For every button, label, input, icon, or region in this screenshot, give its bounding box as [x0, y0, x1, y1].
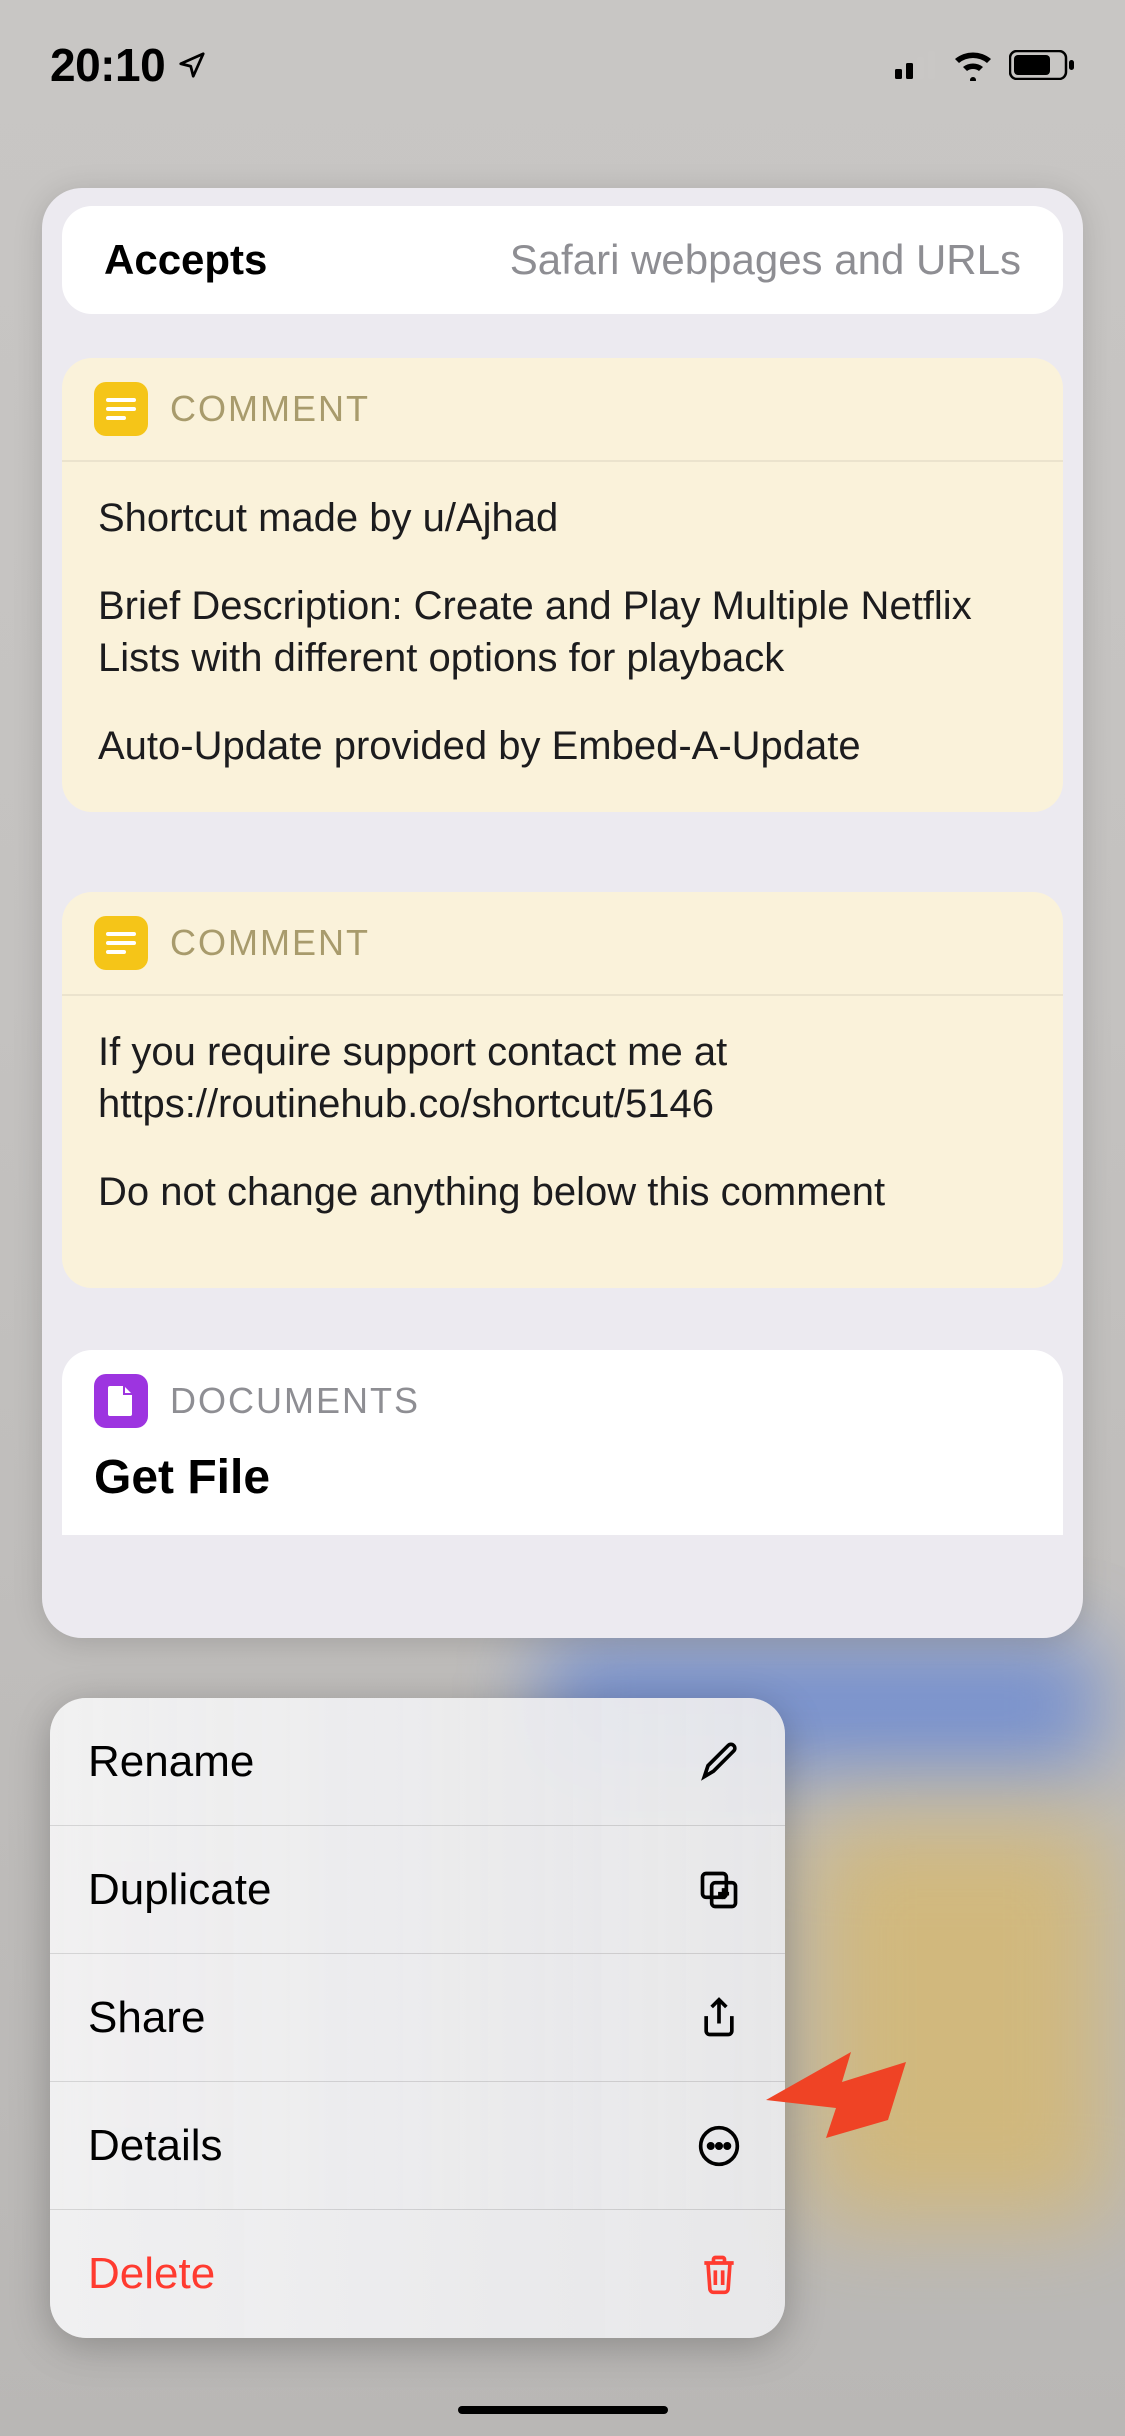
ellipsis-circle-icon: [697, 2124, 741, 2168]
comment-label: COMMENT: [170, 388, 370, 430]
comment-icon: [94, 916, 148, 970]
home-indicator[interactable]: [458, 2406, 668, 2414]
comment-text: If you require support contact me at htt…: [98, 1026, 1027, 1130]
get-file-label: Get File: [94, 1450, 1031, 1505]
duplicate-menu-item[interactable]: Duplicate: [50, 1826, 785, 1954]
battery-icon: [1009, 50, 1075, 80]
accepts-row[interactable]: Accepts Safari webpages and URLs: [62, 206, 1063, 314]
context-menu: Rename Duplicate Share Details Delete: [50, 1698, 785, 2338]
details-menu-item[interactable]: Details: [50, 2082, 785, 2210]
document-icon: [94, 1374, 148, 1428]
comment-text: Brief Description: Create and Play Multi…: [98, 580, 1027, 684]
accepts-value: Safari webpages and URLs: [510, 236, 1021, 284]
trash-icon: [697, 2252, 741, 2296]
comment-body: If you require support contact me at htt…: [62, 996, 1063, 1288]
status-bar: 20:10: [0, 0, 1125, 130]
wifi-icon: [951, 49, 995, 81]
menu-item-label: Duplicate: [88, 1865, 271, 1915]
documents-action-card[interactable]: DOCUMENTS Get File: [62, 1350, 1063, 1535]
comment-label: COMMENT: [170, 922, 370, 964]
status-right: [895, 49, 1075, 81]
shortcut-editor-sheet: Accepts Safari webpages and URLs COMMENT…: [42, 188, 1083, 1638]
share-icon: [697, 1996, 741, 2040]
delete-menu-item[interactable]: Delete: [50, 2210, 785, 2338]
background-blur: [810, 1820, 1110, 2220]
comment-action-card[interactable]: COMMENT If you require support contact m…: [62, 892, 1063, 1288]
comment-text: Shortcut made by u/Ajhad: [98, 492, 1027, 544]
status-left: 20:10: [50, 38, 207, 92]
documents-label: DOCUMENTS: [170, 1380, 420, 1422]
rename-menu-item[interactable]: Rename: [50, 1698, 785, 1826]
pencil-icon: [697, 1740, 741, 1784]
duplicate-icon: [697, 1868, 741, 1912]
comment-action-card[interactable]: COMMENT Shortcut made by u/Ajhad Brief D…: [62, 358, 1063, 812]
accepts-label: Accepts: [104, 236, 267, 284]
comment-header: COMMENT: [62, 358, 1063, 462]
comment-text: Do not change anything below this commen…: [98, 1166, 1027, 1218]
documents-header: DOCUMENTS: [94, 1374, 1031, 1428]
menu-item-label: Details: [88, 2121, 223, 2171]
share-menu-item[interactable]: Share: [50, 1954, 785, 2082]
menu-item-label: Rename: [88, 1737, 254, 1787]
cellular-icon: [895, 51, 937, 79]
menu-item-label: Share: [88, 1993, 205, 2043]
comment-body: Shortcut made by u/Ajhad Brief Descripti…: [62, 462, 1063, 812]
comment-header: COMMENT: [62, 892, 1063, 996]
menu-item-label: Delete: [88, 2249, 215, 2299]
comment-icon: [94, 382, 148, 436]
status-time: 20:10: [50, 38, 165, 92]
comment-text: Auto-Update provided by Embed-A-Update: [98, 720, 1027, 772]
location-icon: [177, 50, 207, 80]
